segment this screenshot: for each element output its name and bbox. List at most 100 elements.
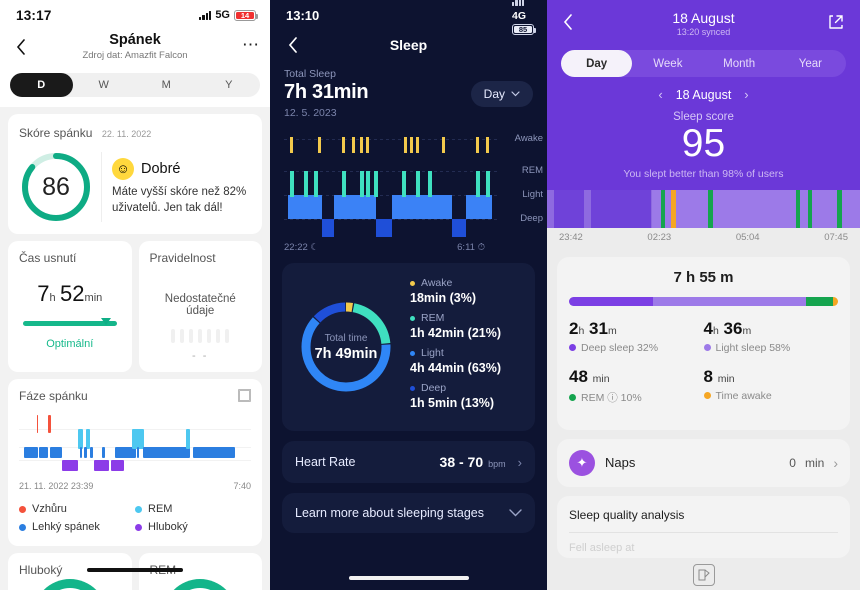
stat-rem: 48 min REM ⓘ 10% <box>569 367 704 405</box>
stat-unit: h <box>712 324 719 337</box>
sleep-quality-card[interactable]: Sleep quality analysis Fell asleep at <box>557 495 850 558</box>
tab-year[interactable]: Year <box>775 50 846 77</box>
three-phone-screenshots: 13:17 5G 14 ⋯ Spánek Zdroj dat: Amazfit … <box>0 0 860 590</box>
stage-stats-grid: 2h 31m Deep sleep 32% 4h 36m Light sleep… <box>569 319 838 418</box>
timeline-tick-3: 05:04 <box>735 231 760 243</box>
stat-value: 48 <box>569 366 588 386</box>
legend-value: 4h 44min (63%) <box>410 361 502 375</box>
legend-dot <box>569 344 576 352</box>
gauge-icon <box>163 579 238 590</box>
timeline-segment <box>836 189 842 228</box>
period-label: Day <box>483 86 505 101</box>
heart-rate-value: 38 - 70 <box>439 454 484 470</box>
stat-value: 8 <box>703 366 713 386</box>
next-day-button[interactable]: › <box>744 87 748 102</box>
legend-item-awake: Vzhůru <box>19 500 135 518</box>
legend-label: Light <box>421 347 444 359</box>
sleep-score-card[interactable]: Skóre spánku 22. 11. 2022 86 ☺ Dobré Mát… <box>8 114 262 234</box>
gauge-icon <box>32 579 107 590</box>
panel-purple-sleep: 18 August 13:20 synced Day Week Month Ye… <box>547 0 860 590</box>
minutes-value: 52 <box>60 281 85 306</box>
sleep-timeline-bar[interactable] <box>547 189 860 228</box>
sleep-donut-chart: Total time 7h 49min <box>294 295 398 399</box>
quality-ghost-text: Fell asleep at <box>569 541 635 554</box>
legend-item-deep: Deep 1h 5min (13%) <box>410 382 529 410</box>
period-tabs[interactable]: D W M Y <box>10 73 260 97</box>
legend-value: 18min (3%) <box>410 291 476 305</box>
naps-value: 0 <box>789 455 796 470</box>
period-tabs[interactable]: Day Week Month Year <box>561 50 846 77</box>
axis-end-label: 7:40 <box>233 481 251 491</box>
stage-stacked-bar <box>569 296 838 306</box>
regularity-card[interactable]: Pravidelnost Nedostatečné údaje - - <box>138 241 262 372</box>
timeline-segment <box>547 189 554 228</box>
share-icon[interactable] <box>828 14 844 35</box>
timeline-segment <box>660 189 665 228</box>
card-title: Fáze spánku <box>19 389 88 403</box>
tab-month[interactable]: Month <box>704 50 775 77</box>
legend-label: Hluboký <box>148 521 188 533</box>
current-date-label: 18 August <box>675 87 732 102</box>
edit-note-icon[interactable] <box>692 564 715 586</box>
sleep-breakdown-card: Total time 7h 49min Awake 18min (3%) REM… <box>282 263 535 431</box>
score-ring: 86 <box>19 150 93 224</box>
legend-label: REM <box>148 503 173 515</box>
sleep-score-value: 95 <box>681 122 726 165</box>
panel-dark-sleep: 13:10 4G 85 Sleep Total Sleep 7h 31min 1… <box>270 0 547 590</box>
timeline-segment <box>591 189 651 228</box>
date-navigator: ‹ 18 August › <box>561 87 846 102</box>
prev-day-button[interactable]: ‹ <box>658 87 662 102</box>
sleep-start-time: 22:22 ☾ <box>284 242 319 253</box>
learn-more-row[interactable]: Learn more about sleeping stages <box>282 493 535 533</box>
score-value: 86 <box>42 172 70 201</box>
expand-icon[interactable] <box>238 389 251 402</box>
total-sleep-value: 7h 31min <box>284 81 369 103</box>
stack-segment <box>569 296 654 306</box>
tab-day[interactable]: D <box>10 73 73 97</box>
period-selector[interactable]: Day <box>470 80 533 107</box>
sleep-score-header: Skóre spánku 22. 11. 2022 <box>19 124 251 142</box>
chevron-right-icon[interactable]: › <box>833 455 838 471</box>
legend-item-light: Lehký spánek <box>19 518 135 536</box>
donut-center-label: Total time <box>324 332 368 344</box>
stat-unit: min <box>717 372 735 385</box>
network-type-label: 5G <box>215 9 230 21</box>
sleep-phases-card[interactable]: Fáze spánku 21. 11. 2022 23:39 7:40 Vzhů… <box>8 379 262 546</box>
timeline-segment <box>808 189 813 228</box>
timeline-tick-2: 02:23 <box>647 231 672 243</box>
header-bar-3: 18 August 13:20 synced <box>561 10 846 46</box>
home-indicator <box>87 568 183 572</box>
legend-dot <box>19 505 26 513</box>
timeline-segment <box>650 189 652 228</box>
timeline-segment <box>583 189 592 228</box>
tab-week[interactable]: W <box>73 73 136 97</box>
stage-label-deep: Deep <box>520 213 543 224</box>
divider <box>569 531 838 533</box>
back-button[interactable] <box>10 36 30 58</box>
tab-month[interactable]: M <box>135 73 198 97</box>
back-button[interactable] <box>563 14 572 35</box>
heart-rate-row[interactable]: Heart Rate 38 - 70 bpm › <box>282 441 535 483</box>
nav-bar-1: ⋯ Spánek Zdroj dat: Amazfit Falcon <box>0 30 270 67</box>
donut-center-value: 7h 49min <box>314 345 378 362</box>
sleep-onset-card[interactable]: Čas usnutí 7h 52min Optimální <box>8 241 132 372</box>
chevron-right-icon[interactable]: › <box>518 455 522 470</box>
stat-unit: min <box>592 372 610 385</box>
stat-value: 4 <box>703 318 713 338</box>
tab-week[interactable]: Week <box>632 50 703 77</box>
home-indicator <box>348 576 469 580</box>
timeline-tick-1: 23:42 <box>559 231 583 243</box>
tab-year[interactable]: Y <box>198 73 261 97</box>
chevron-down-icon[interactable] <box>509 509 522 517</box>
legend-dot <box>703 392 711 400</box>
back-button[interactable] <box>282 34 302 56</box>
card-date: 22. 11. 2022 <box>101 129 152 139</box>
network-type-label: 4G <box>512 9 527 22</box>
more-options-icon[interactable]: ⋯ <box>242 36 260 53</box>
total-sleep-label: Total Sleep <box>284 68 336 80</box>
sleep-date: 12. 5. 2023 <box>284 107 337 119</box>
heart-rate-unit: bpm <box>488 459 506 469</box>
naps-row[interactable]: ✦ Naps 0 min › <box>557 438 850 487</box>
chart-legend: Vzhůru REM Lehký spánek Hluboký <box>19 500 251 536</box>
tab-day[interactable]: Day <box>561 50 633 77</box>
